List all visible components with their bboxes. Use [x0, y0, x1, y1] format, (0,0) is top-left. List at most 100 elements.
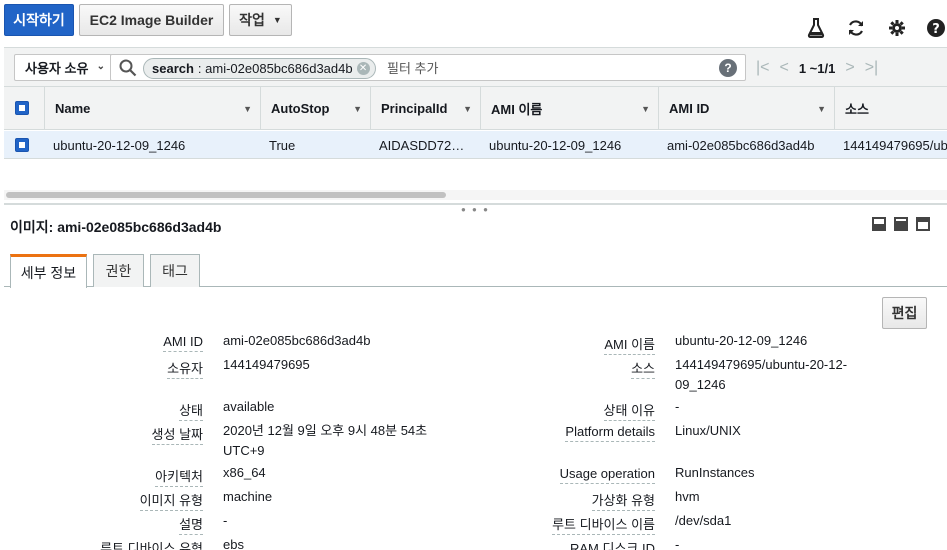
cell-source: 144149479695/ub	[843, 137, 947, 153]
toolbar: 시작하기 EC2 Image Builder 작업 ▼ ?	[0, 0, 947, 44]
actions-label: 작업	[239, 12, 265, 28]
field-value-platform-details: Linux/UNIX	[675, 423, 741, 438]
layout-bottom-small-icon[interactable]	[872, 217, 886, 231]
field-label-usage-operation: Usage operation	[500, 466, 655, 484]
field-value-ami-name: ubuntu-20-12-09_1246	[675, 333, 808, 348]
field-label-description: 설명	[40, 514, 203, 535]
column-label: 소스	[845, 102, 869, 117]
sort-caret-icon: ▼	[641, 104, 650, 114]
search-box[interactable]: search : ami-02e085bc686d3ad4b ✕ ?	[110, 54, 746, 81]
prev-page-icon[interactable]: <	[780, 59, 789, 77]
field-value-image-type: machine	[223, 489, 273, 504]
chevron-down-icon: ⌄	[96, 61, 105, 72]
column-label: AutoStop	[271, 101, 330, 116]
gear-icon[interactable]	[887, 18, 907, 38]
resize-handle-icon[interactable]: ● ● ●	[461, 205, 490, 214]
field-value-usage-operation: RunInstances	[675, 465, 755, 480]
table-row[interactable]: ubuntu-20-12-09_1246 True AIDASDD72… ubu…	[4, 131, 947, 159]
token-key: search	[152, 61, 194, 76]
column-header-principalid[interactable]: PrincipalId ▼	[370, 87, 480, 130]
horizontal-scrollbar[interactable]	[4, 190, 947, 200]
column-label: PrincipalId	[381, 101, 448, 116]
sort-caret-icon: ▼	[817, 104, 826, 114]
cell-principalid: AIDASDD72…	[379, 137, 465, 153]
ec2-image-builder-button[interactable]: EC2 Image Builder	[79, 4, 224, 36]
field-label-ami-name: AMI 이름	[500, 334, 655, 355]
field-value-creation-date-tz: UTC+9	[223, 443, 265, 458]
search-help-icon[interactable]: ?	[719, 59, 737, 77]
column-header-ami-id[interactable]: AMI ID ▼	[658, 87, 834, 130]
field-value-virtualization-type: hvm	[675, 489, 700, 504]
select-all-checkbox[interactable]	[15, 101, 29, 115]
field-label-owner: 소유자	[40, 358, 203, 379]
column-header-name[interactable]: Name ▼	[44, 87, 260, 130]
field-label-virtualization-type: 가상화 유형	[500, 490, 655, 511]
field-value-state-reason: -	[675, 399, 680, 414]
field-value-description: -	[223, 513, 228, 528]
edit-button[interactable]: 편집	[882, 297, 927, 329]
layout-bottom-half-icon[interactable]	[894, 217, 908, 231]
field-label-ami-id: AMI ID	[40, 334, 203, 352]
field-label-root-device-type: 루트 디바이스 유형	[40, 538, 203, 550]
actions-button[interactable]: 작업 ▼	[229, 4, 292, 36]
column-label: AMI 이름	[491, 102, 543, 117]
column-header-autostop[interactable]: AutoStop ▼	[260, 87, 370, 130]
cell-autostop: True	[269, 137, 296, 153]
first-page-icon[interactable]: |<	[756, 59, 770, 77]
cell-ami-id: ami-02e085bc686d3ad4b	[667, 137, 815, 153]
field-label-state-reason: 상태 이유	[500, 400, 655, 421]
search-icon	[119, 59, 137, 80]
field-value-root-device-type: ebs	[223, 537, 244, 550]
table-header: Name ▼ AutoStop ▼ PrincipalId ▼ AMI 이름 ▼…	[4, 87, 947, 130]
cell-ami-name: ubuntu-20-12-09_1246	[489, 137, 622, 153]
field-value-source: 144149479695/ubuntu-20-12-	[675, 357, 848, 372]
filter-bar: 사용자 소유 ⌄ search : ami-02e085bc686d3ad4b …	[4, 47, 947, 87]
pagination: |< < 1 ~1/1 > >|	[756, 58, 878, 78]
field-label-platform-details: Platform details	[500, 424, 655, 442]
token-value: : ami-02e085bc686d3ad4b	[197, 61, 353, 76]
filter-input[interactable]	[387, 58, 707, 78]
launch-button[interactable]: 시작하기	[4, 4, 74, 36]
field-label-state: 상태	[40, 400, 203, 421]
field-value-state: available	[223, 399, 275, 414]
field-label-ramdisk-id: RAM 디스크 ID	[500, 538, 655, 550]
search-filter-token[interactable]: search : ami-02e085bc686d3ad4b ✕	[143, 58, 376, 79]
layout-full-icon[interactable]	[916, 217, 930, 231]
sort-caret-icon: ▼	[463, 104, 472, 114]
refresh-icon[interactable]	[846, 18, 866, 38]
help-icon[interactable]: ?	[926, 18, 946, 38]
tab-details[interactable]: 세부 정보	[10, 254, 87, 288]
detail-title: 이미지: ami-02e085bc686d3ad4b	[10, 219, 222, 235]
row-checkbox[interactable]	[15, 138, 29, 152]
owner-filter-select[interactable]: 사용자 소유 ⌄	[14, 54, 112, 81]
field-value-root-device-name: /dev/sda1	[675, 513, 732, 528]
field-value-owner: 144149479695	[223, 357, 310, 372]
last-page-icon[interactable]: >|	[865, 59, 879, 77]
scrollbar-thumb[interactable]	[6, 192, 446, 198]
field-value-ramdisk-id: -	[675, 537, 680, 550]
panel-layout-controls	[872, 217, 930, 231]
column-label: Name	[55, 101, 91, 116]
column-header-ami-name[interactable]: AMI 이름 ▼	[480, 87, 658, 130]
tab-tags[interactable]: 태그	[150, 254, 200, 287]
field-label-creation-date: 생성 날짜	[40, 424, 203, 445]
detail-tabs: 세부 정보 권한 태그	[4, 254, 947, 288]
flask-icon[interactable]	[806, 18, 826, 38]
field-value-source-cont: 09_1246	[675, 377, 726, 392]
field-value-creation-date: 2020년 12월 9일 오후 9시 48분 54초	[223, 423, 428, 438]
next-page-icon[interactable]: >	[845, 59, 854, 77]
cell-name: ubuntu-20-12-09_1246	[53, 137, 186, 153]
column-header-source[interactable]: 소스	[834, 87, 947, 130]
field-label-architecture: 아키텍처	[40, 466, 203, 487]
page-range: 1 ~1/1	[798, 60, 836, 76]
sort-caret-icon: ▼	[353, 104, 362, 114]
field-label-root-device-name: 루트 디바이스 이름	[500, 514, 655, 535]
owner-filter-label: 사용자 소유	[25, 61, 89, 76]
sort-caret-icon: ▼	[243, 104, 252, 114]
chevron-down-icon: ▼	[272, 15, 282, 25]
field-label-image-type: 이미지 유형	[40, 490, 203, 511]
tab-permissions[interactable]: 권한	[93, 254, 144, 287]
svg-text:?: ?	[932, 22, 940, 37]
remove-token-icon[interactable]: ✕	[356, 62, 370, 75]
field-value-ami-id: ami-02e085bc686d3ad4b	[223, 333, 371, 348]
